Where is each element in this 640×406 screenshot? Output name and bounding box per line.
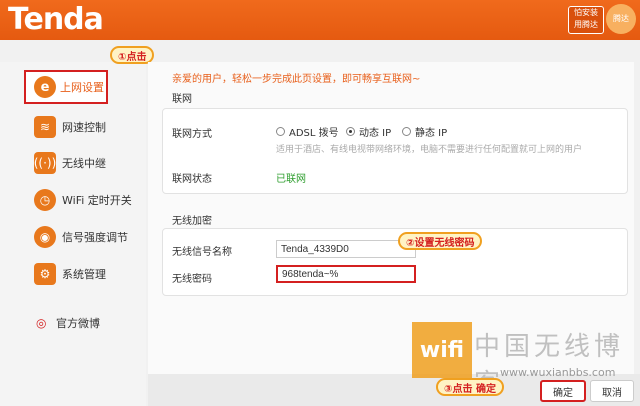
step3-callout: ③点击 确定 [436, 378, 504, 396]
install-help-line1: 怕安装 [574, 8, 598, 17]
watermark-url: www.wuxianbbs.com [500, 366, 616, 379]
radio-adsl[interactable]: ADSL 拨号 [276, 124, 339, 139]
gear-icon: ⚙ [34, 263, 56, 285]
sidebar-item-label: 系统管理 [62, 268, 106, 281]
radio-label: 动态 IP [359, 128, 392, 139]
header-bar: Tenda 怕安装 用腾达 腾达 [0, 0, 640, 40]
sidebar-item-speed-control[interactable]: ≋ 网速控制 [34, 112, 144, 142]
sidebar-item-system-management[interactable]: ⚙ 系统管理 [34, 259, 144, 289]
radio-static-ip[interactable]: 静态 IP [402, 124, 447, 139]
sidebar-item-signal-strength[interactable]: ◉ 信号强度调节 [34, 222, 144, 252]
ie-icon: e [34, 76, 56, 98]
sidebar-item-label: 上网设置 [60, 81, 104, 94]
repeater-icon: ((·)) [34, 152, 56, 174]
status-label: 联网状态 [172, 174, 212, 185]
sidebar-item-wifi-timer[interactable]: ◷ WiFi 定时开关 [34, 185, 144, 215]
tenda-logo: Tenda [8, 2, 104, 37]
ssid-label: 无线信号名称 [172, 247, 232, 258]
sidebar-item-wireless-repeater[interactable]: ((·)) 无线中继 [34, 148, 144, 178]
radio-label: 静态 IP [415, 128, 448, 139]
radio-dot[interactable] [402, 127, 411, 136]
brand-badge-icon: 腾达 [606, 4, 636, 34]
signal-icon: ◉ [34, 226, 56, 248]
password-label: 无线密码 [172, 274, 212, 285]
welcome-text: 亲爱的用户，轻松一步完成此页设置，即可畅享互联网~ [172, 74, 421, 85]
step2-callout: ②设置无线密码 [398, 232, 483, 250]
sidebar-item-label: 信号强度调节 [62, 231, 128, 244]
radio-dot[interactable] [276, 127, 285, 136]
weibo-label: 官方微博 [56, 317, 100, 330]
weibo-icon: ◎ [36, 316, 47, 330]
password-input[interactable] [276, 265, 416, 283]
install-help-line2: 用腾达 [574, 20, 598, 29]
radio-dot-selected[interactable] [346, 127, 355, 136]
install-help-button[interactable]: 怕安装 用腾达 [568, 6, 604, 34]
sidebar-item-label: WiFi 定时开关 [62, 194, 132, 207]
ssid-input[interactable] [276, 240, 416, 258]
cancel-button[interactable]: 取消 [590, 380, 634, 402]
wireless-section-title: 无线加密 [172, 216, 212, 227]
wireless-card [162, 228, 628, 296]
ok-button[interactable]: 确定 [540, 380, 586, 402]
radio-dynamic-ip[interactable]: 动态 IP [346, 124, 391, 139]
status-value: 已联网 [276, 174, 306, 185]
speed-icon: ≋ [34, 116, 56, 138]
sidebar-item-label: 无线中继 [62, 157, 106, 170]
sidebar-item-label: 网速控制 [62, 121, 106, 134]
conn-mode-hint: 适用于酒店、有线电视带网络环境，电脑不需要进行任何配置就可上网的用户 [276, 145, 583, 155]
internet-section-title: 联网 [172, 94, 192, 105]
conn-mode-label: 联网方式 [172, 129, 212, 140]
watermark-wifi-logo: wifi [412, 322, 472, 378]
sidebar-item-internet-settings[interactable]: e 上网设置 [24, 70, 108, 104]
radio-label: ADSL 拨号 [289, 128, 339, 139]
clock-icon: ◷ [34, 189, 56, 211]
weibo-link[interactable]: ◎ 官方微博 [36, 315, 100, 331]
